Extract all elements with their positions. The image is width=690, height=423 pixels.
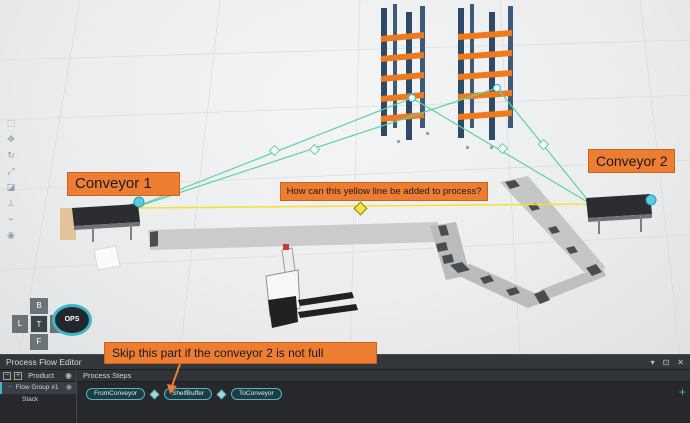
callout-arrow [167,363,181,394]
